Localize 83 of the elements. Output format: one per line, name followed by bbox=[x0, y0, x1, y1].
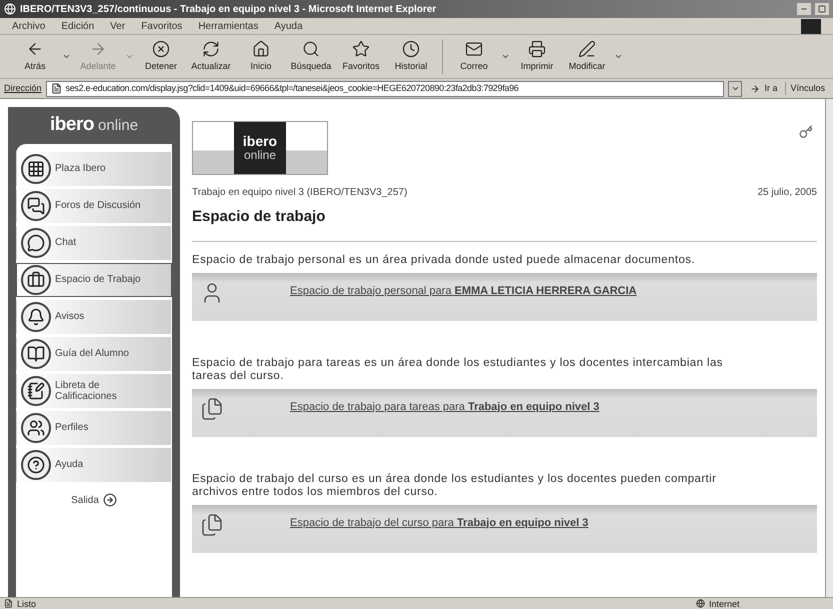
sidebar-item[interactable]: Chat bbox=[16, 226, 172, 260]
exit-button[interactable]: Salida bbox=[71, 492, 117, 508]
browser-icon bbox=[4, 3, 16, 15]
page-icon bbox=[4, 599, 13, 608]
address-label: Dirección bbox=[4, 82, 42, 95]
briefcase-icon bbox=[21, 264, 51, 294]
star-icon bbox=[352, 40, 370, 58]
zone-text: Internet bbox=[709, 598, 741, 608]
printer-icon bbox=[528, 40, 546, 58]
page-date: 25 julio, 2005 bbox=[758, 186, 817, 200]
logo-subtext: online bbox=[244, 148, 276, 162]
sidebar-item[interactable]: Avisos bbox=[16, 300, 172, 334]
minimize-button[interactable] bbox=[797, 3, 811, 15]
toolbar-button[interactable]: Historial bbox=[388, 40, 434, 74]
bell-icon bbox=[21, 302, 51, 332]
menu-item[interactable]: Herramientas bbox=[198, 18, 258, 34]
speech-bubble-icon bbox=[21, 228, 51, 258]
menu-item[interactable]: Ayuda bbox=[274, 18, 303, 34]
go-button[interactable]: Ir a bbox=[746, 82, 782, 96]
search-icon bbox=[302, 40, 320, 58]
key-icon[interactable] bbox=[799, 125, 813, 139]
links-button[interactable]: Vínculos bbox=[785, 82, 829, 96]
toolbar-button[interactable]: Inicio bbox=[238, 40, 284, 74]
throbber-logo bbox=[801, 18, 821, 34]
section-description: Espacio de trabajo del curso es un área donde los estudiantes y los docentes pueden compartir archivos entre todos los miembros del curso. bbox=[192, 472, 718, 498]
logo-subtext: online bbox=[98, 116, 138, 136]
section-description: Espacio de trabajo personal es un área privada donde usted puede almacenar documentos. bbox=[192, 254, 696, 266]
arrow-circle-icon bbox=[102, 493, 117, 507]
toolbar-button[interactable]: Imprimir bbox=[514, 40, 560, 74]
scrollbar[interactable] bbox=[825, 99, 833, 597]
sidebar-item[interactable]: Ayuda bbox=[16, 448, 172, 482]
help-icon bbox=[21, 450, 51, 480]
toolbar-button[interactable]: Favoritos bbox=[338, 40, 384, 74]
home-icon bbox=[252, 40, 270, 58]
sidebar-item[interactable]: Espacio de Trabajo bbox=[16, 262, 172, 296]
sidebar-item[interactable]: Libreta de Calificaciones bbox=[16, 374, 172, 408]
menu-item[interactable]: Edición bbox=[61, 18, 94, 34]
status-text: Listo bbox=[17, 598, 38, 608]
sidebar-item[interactable]: Foros de Discusión bbox=[16, 188, 172, 222]
sidebar-item[interactable]: Perfiles bbox=[16, 410, 172, 444]
toolbar-button[interactable]: Atrás bbox=[12, 40, 58, 74]
toolbar-button[interactable]: Modificar bbox=[564, 40, 610, 74]
sidebar-item[interactable]: Plaza Ibero bbox=[16, 152, 172, 186]
menu-item[interactable]: Favoritos bbox=[141, 18, 182, 34]
dropdown-caret-icon[interactable] bbox=[501, 52, 510, 61]
address-dropdown-button[interactable] bbox=[728, 80, 742, 96]
dropdown-caret-icon[interactable] bbox=[62, 52, 71, 61]
workspace-link[interactable]: Espacio de trabajo personal para EMMA LETICIA HERRERA GARCIA bbox=[290, 282, 637, 299]
mail-icon bbox=[465, 40, 483, 58]
people-icon bbox=[21, 412, 51, 442]
window-title: IBERO/TEN3V3_257/continuous - Trabajo en equipo nivel 3 - Microsoft Internet Explorer bbox=[20, 2, 438, 16]
grid-icon bbox=[21, 154, 51, 184]
workspace-link[interactable]: Espacio de trabajo para tareas para Trabajo en equipo nivel 3 bbox=[290, 398, 600, 415]
stop-icon bbox=[152, 40, 170, 58]
book-icon bbox=[21, 338, 51, 368]
documents-icon bbox=[200, 512, 224, 536]
workspace-link[interactable]: Espacio de trabajo del curso para Trabajo en equipo nivel 3 bbox=[290, 514, 588, 531]
menu-item[interactable]: Archivo bbox=[12, 18, 46, 34]
globe-icon bbox=[696, 599, 705, 608]
section-description: Espacio de trabajo para tareas es un área donde los estudiantes y los docentes intercambian las tareas del curso. bbox=[192, 356, 724, 382]
address-field[interactable]: ses2.e-education.com/display.jsg?clid=1409&uid=69666&tpl=/tanesei&jeos_cookie=HEGE620720890:23fa2db3:7929fa96 bbox=[46, 80, 724, 96]
sidebar-item[interactable]: Guía del Alumno bbox=[16, 336, 172, 370]
menu-item[interactable]: Ver bbox=[110, 18, 126, 34]
page-heading: Espacio de trabajo bbox=[192, 207, 326, 227]
toolbar-button[interactable]: Actualizar bbox=[188, 40, 234, 74]
caret-icon bbox=[730, 84, 740, 93]
maximize-icon bbox=[818, 5, 826, 13]
toolbar-button[interactable]: Búsqueda bbox=[288, 40, 334, 74]
speech-bubbles-icon bbox=[21, 190, 51, 220]
arrow-right-icon bbox=[750, 84, 760, 94]
dropdown-caret-icon[interactable] bbox=[614, 52, 623, 61]
documents-icon bbox=[200, 396, 224, 420]
clock-icon bbox=[402, 40, 420, 58]
pen-icon bbox=[578, 40, 596, 58]
page-icon bbox=[50, 83, 62, 94]
refresh-icon bbox=[202, 40, 220, 58]
logo-text: ibero bbox=[242, 134, 278, 148]
toolbar-button[interactable]: Detener bbox=[138, 40, 184, 74]
toolbar-button[interactable]: Correo bbox=[451, 40, 497, 74]
logo-text: ibero bbox=[50, 113, 94, 137]
notebook-icon bbox=[21, 376, 51, 406]
course-title: Trabajo en equipo nivel 3 (IBERO/TEN3V3_257) bbox=[192, 186, 408, 200]
maximize-button[interactable] bbox=[815, 3, 829, 15]
